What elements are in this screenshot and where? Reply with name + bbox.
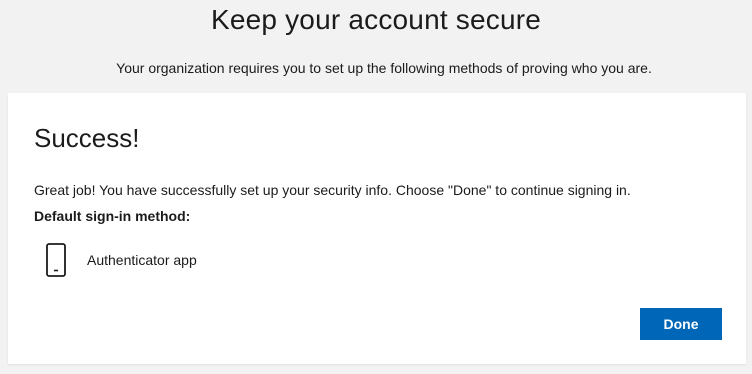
phone-icon [46,243,66,277]
method-label: Authenticator app [87,252,197,268]
page-title: Keep your account secure [210,4,542,35]
default-method-item: Authenticator app [46,243,197,277]
success-card: Success! Great job! You have successfull… [8,93,746,364]
success-title: Success! [34,123,140,153]
default-method-label: Default sign-in method: [34,208,191,224]
success-message: Great job! You have successfully set up … [34,182,631,198]
page-subtitle: Your organization requires you to set up… [116,60,652,76]
done-button[interactable]: Done [640,308,722,340]
page: Keep your account secure Your organizati… [0,0,752,374]
